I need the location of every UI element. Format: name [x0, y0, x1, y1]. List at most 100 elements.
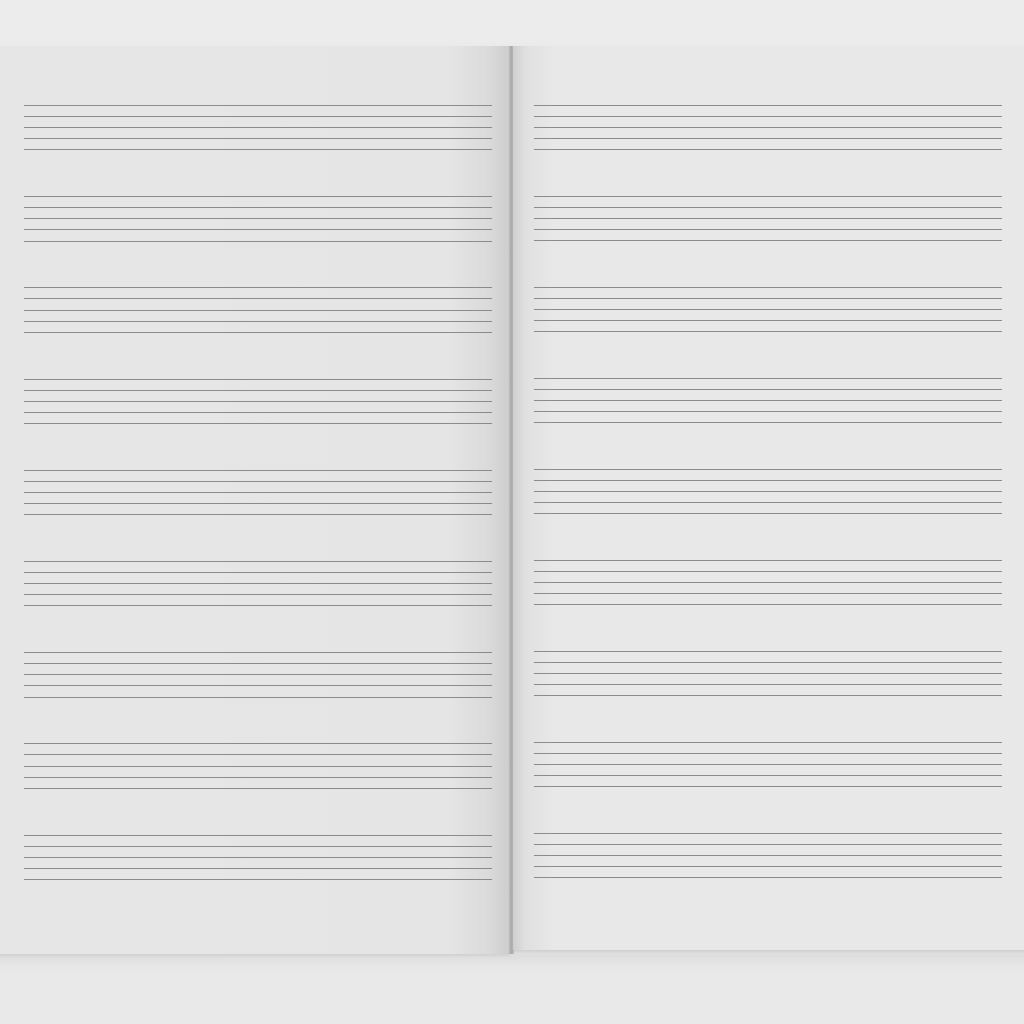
music-staff — [24, 469, 492, 516]
staff-line — [534, 207, 1002, 209]
staff-line — [24, 776, 492, 778]
music-staff — [24, 378, 492, 424]
staff-line — [534, 742, 1002, 743]
staff-line — [534, 877, 1002, 879]
staff-line — [534, 127, 1002, 129]
music-staff — [24, 287, 492, 333]
music-staff — [24, 834, 492, 880]
staff-line — [534, 309, 1002, 311]
staff-line — [534, 571, 1002, 573]
staff-line — [24, 878, 492, 880]
staff-line — [534, 469, 1002, 470]
staff-line — [24, 652, 492, 654]
staff-line — [24, 298, 492, 300]
staff-line — [534, 196, 1002, 197]
music-staff — [24, 652, 492, 698]
staff-line — [534, 218, 1002, 220]
music-staff — [24, 743, 492, 789]
staff-line — [24, 503, 492, 505]
notebook-scene — [0, 0, 1024, 1024]
staff-line — [534, 480, 1002, 482]
staff-line — [534, 786, 1002, 788]
staff-line — [534, 695, 1002, 697]
staff-line — [534, 855, 1002, 857]
music-staff — [534, 560, 1002, 606]
staff-line — [24, 561, 492, 562]
music-staff — [534, 287, 1002, 333]
staff-line — [24, 765, 492, 767]
staff-line — [24, 674, 492, 676]
music-staff — [24, 196, 492, 242]
left-page-staves — [0, 46, 510, 954]
staff-line — [24, 480, 492, 482]
staff-line — [534, 582, 1002, 584]
music-staff — [534, 469, 1002, 515]
music-staff — [534, 833, 1002, 879]
staff-line — [534, 116, 1002, 118]
staff-line — [24, 787, 492, 789]
staff-line — [24, 378, 492, 380]
staff-line — [534, 866, 1002, 868]
staff-line — [24, 207, 492, 209]
left-page — [0, 46, 510, 954]
staff-line — [24, 845, 492, 847]
staff-line — [24, 754, 492, 756]
staff-line — [534, 593, 1002, 595]
staff-line — [534, 513, 1002, 515]
music-staff — [534, 196, 1002, 242]
right-page-staves — [513, 46, 1024, 950]
staff-line — [24, 105, 492, 106]
staff-line — [24, 127, 492, 129]
staff-line — [534, 560, 1002, 561]
staff-line — [24, 685, 492, 687]
staff-line — [534, 411, 1002, 413]
staff-line — [24, 196, 492, 198]
staff-line — [24, 663, 492, 665]
staff-line — [534, 673, 1002, 675]
right-page — [513, 46, 1024, 950]
staff-line — [534, 400, 1002, 402]
staff-line — [24, 309, 492, 311]
staff-line — [534, 378, 1002, 379]
music-staff — [24, 105, 492, 151]
staff-line — [24, 149, 492, 151]
music-staff — [534, 105, 1002, 151]
staff-line — [534, 491, 1002, 493]
staff-line — [24, 411, 492, 413]
staff-line — [534, 844, 1002, 846]
staff-line — [24, 240, 492, 242]
staff-line — [24, 389, 492, 391]
music-staff — [534, 651, 1002, 697]
staff-line — [24, 605, 492, 607]
staff-line — [534, 764, 1002, 766]
staff-line — [24, 138, 492, 140]
staff-line — [534, 604, 1002, 606]
staff-line — [24, 331, 492, 333]
staff-line — [534, 149, 1002, 151]
staff-line — [24, 287, 492, 289]
music-staff — [534, 742, 1002, 788]
staff-line — [534, 753, 1002, 755]
music-staff — [534, 378, 1002, 424]
staff-line — [24, 743, 492, 745]
staff-line — [24, 422, 492, 424]
staff-line — [24, 867, 492, 869]
staff-line — [534, 287, 1002, 288]
staff-line — [24, 320, 492, 322]
staff-line — [534, 684, 1002, 686]
staff-line — [24, 116, 492, 118]
staff-line — [534, 775, 1002, 777]
staff-line — [534, 298, 1002, 300]
staff-line — [24, 696, 492, 698]
staff-line — [534, 422, 1002, 424]
staff-line — [534, 105, 1002, 106]
staff-line — [24, 469, 492, 471]
staff-line — [534, 331, 1002, 333]
staff-line — [534, 651, 1002, 652]
staff-line — [534, 229, 1002, 231]
staff-line — [24, 491, 492, 493]
staff-line — [24, 583, 492, 585]
music-staff — [24, 561, 492, 607]
staff-line — [534, 833, 1002, 834]
staff-line — [24, 594, 492, 596]
